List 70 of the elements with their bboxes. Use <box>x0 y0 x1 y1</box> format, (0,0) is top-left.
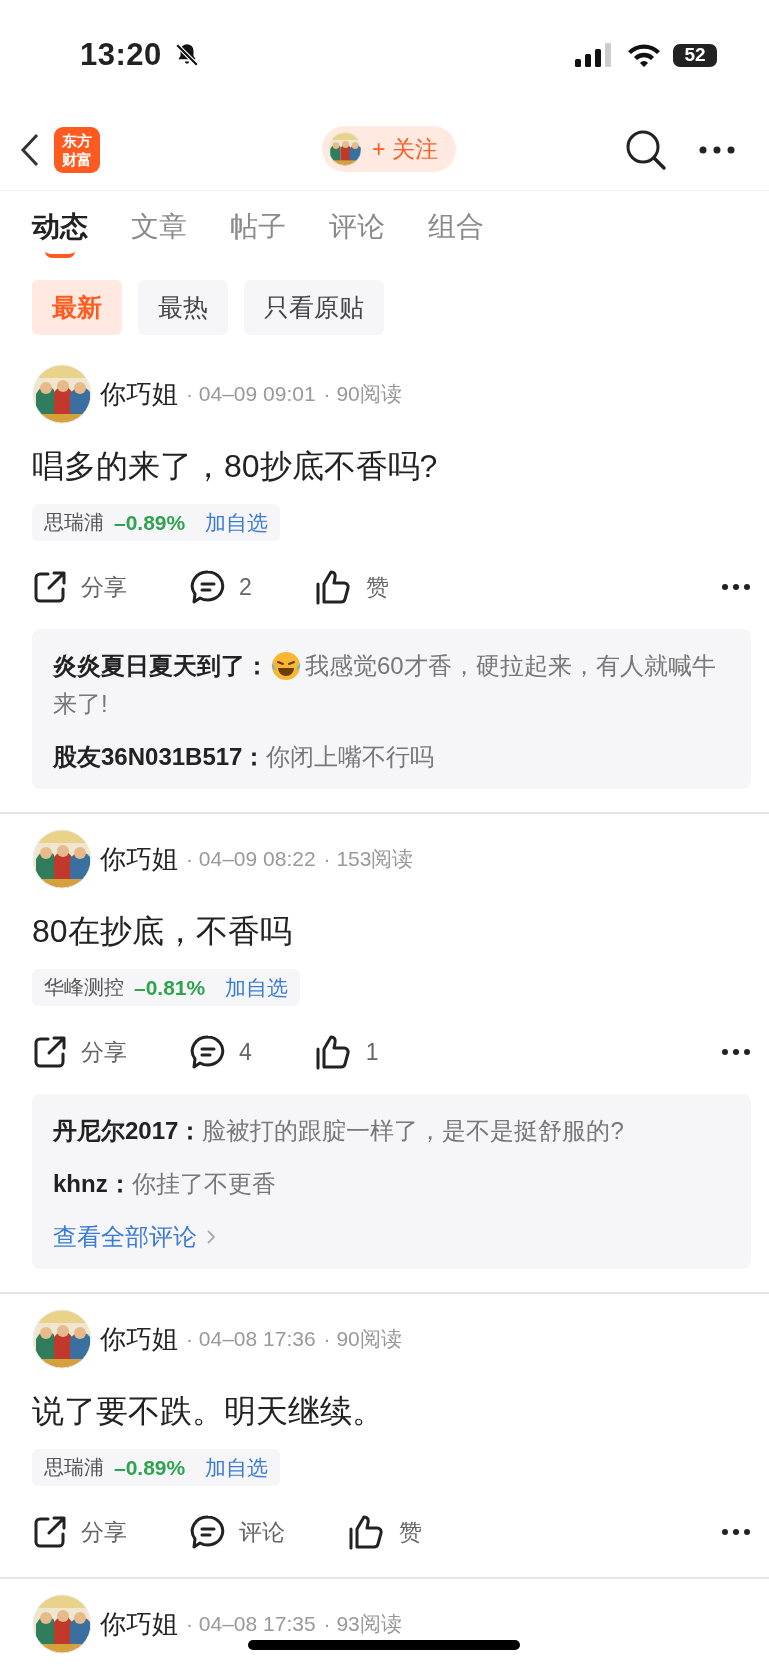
more-icon[interactable] <box>721 583 751 591</box>
read-count: · 90阅读 <box>323 1326 402 1352</box>
stock-tag[interactable]: 思瑞浦 –0.89% 加自选 <box>32 504 281 541</box>
share-icon <box>32 1034 68 1070</box>
stock-name: 华峰测控 <box>44 975 124 1000</box>
tab[interactable]: 组合 <box>428 197 484 259</box>
add-watchlist-link[interactable]: 加自选 <box>195 508 269 537</box>
avatar[interactable] <box>328 132 362 166</box>
stock-tag[interactable]: 华峰测控 –0.81% 加自选 <box>32 969 301 1006</box>
thumbs-up-icon <box>348 1514 386 1550</box>
back-icon[interactable] <box>20 133 40 167</box>
like-button[interactable]: 1 <box>314 1034 379 1070</box>
tab[interactable]: 动态 <box>32 197 88 259</box>
thumbs-up-icon <box>314 1034 353 1070</box>
author-name[interactable]: 你巧姐 <box>100 841 178 877</box>
share-icon <box>32 569 68 605</box>
read-count: · 93阅读 <box>323 1611 402 1637</box>
share-button[interactable]: 分享 <box>32 569 127 605</box>
add-watchlist-link[interactable]: 加自选 <box>195 1453 269 1482</box>
read-count: · 90阅读 <box>323 381 402 407</box>
wifi-icon <box>627 43 661 67</box>
share-icon <box>32 1514 68 1550</box>
status-time: 13:20 <box>80 37 162 73</box>
more-icon[interactable] <box>721 1528 751 1536</box>
more-icon[interactable] <box>699 146 735 154</box>
post-time: · 04–09 08:22 <box>186 847 316 871</box>
comment-button[interactable]: 2 <box>190 569 252 605</box>
comment: 丹尼尔2017：脸被打的跟腚一样了，是不是挺舒服的? <box>53 1116 625 1146</box>
share-button[interactable]: 分享 <box>32 1034 127 1070</box>
read-count: · 153阅读 <box>323 846 414 872</box>
filter-chip[interactable]: 最热 <box>138 280 228 335</box>
comment-button[interactable]: 4 <box>190 1034 252 1070</box>
view-all-comments-link[interactable]: 查看全部评论 <box>53 1218 215 1256</box>
share-button[interactable]: 分享 <box>32 1514 127 1550</box>
filter-chip[interactable]: 只看原贴 <box>244 280 384 335</box>
comment: 股友36N031B517：你闭上嘴不行吗 <box>53 742 436 772</box>
bell-muted-icon <box>173 42 200 68</box>
tab[interactable]: 评论 <box>329 197 385 259</box>
author-name[interactable]: 你巧姐 <box>100 1321 178 1357</box>
author-name[interactable]: 你巧姐 <box>100 376 178 412</box>
stock-tag[interactable]: 思瑞浦 –0.89% 加自选 <box>32 1449 281 1486</box>
post-text: 唱多的来了，80抄底不香吗? <box>32 447 439 486</box>
post-time: · 04–08 17:35 <box>186 1612 316 1636</box>
chevron-right-icon <box>207 1230 215 1244</box>
comment-icon <box>190 1034 226 1070</box>
author-name[interactable]: 你巧姐 <box>100 1606 178 1642</box>
thumbs-up-icon <box>314 569 353 605</box>
comment-icon <box>190 569 226 605</box>
comment-button[interactable]: 评论 <box>190 1514 285 1550</box>
post-text: 80在抄底，不香吗 <box>32 912 293 951</box>
add-watchlist-link[interactable]: 加自选 <box>215 973 289 1002</box>
price-change: –0.89% <box>114 1455 186 1480</box>
stock-name: 思瑞浦 <box>44 1455 104 1480</box>
battery-icon: 52 <box>673 43 717 67</box>
stock-name: 思瑞浦 <box>44 510 104 535</box>
app-logo: 东方财富 <box>54 127 100 173</box>
post-time: · 04–09 09:01 <box>186 382 316 406</box>
comment: 炎炎夏日夏天到了： 我感觉60才香，硬拉起来，有人就喊牛来了! <box>53 650 717 719</box>
post-time: · 04–08 17:36 <box>186 1327 316 1351</box>
search-icon[interactable] <box>625 129 667 171</box>
tab[interactable]: 帖子 <box>230 197 286 259</box>
post-text: 说了要不跌。明天继续。 <box>32 1392 385 1431</box>
like-button[interactable]: 赞 <box>314 569 389 605</box>
price-change: –0.89% <box>114 510 186 535</box>
tab[interactable]: 文章 <box>131 197 187 259</box>
more-icon[interactable] <box>721 1048 751 1056</box>
price-change: –0.81% <box>134 975 206 1000</box>
comment-icon <box>190 1514 226 1550</box>
comment: khnz：你挂了不更香 <box>53 1169 277 1199</box>
like-button[interactable]: 赞 <box>348 1514 422 1550</box>
